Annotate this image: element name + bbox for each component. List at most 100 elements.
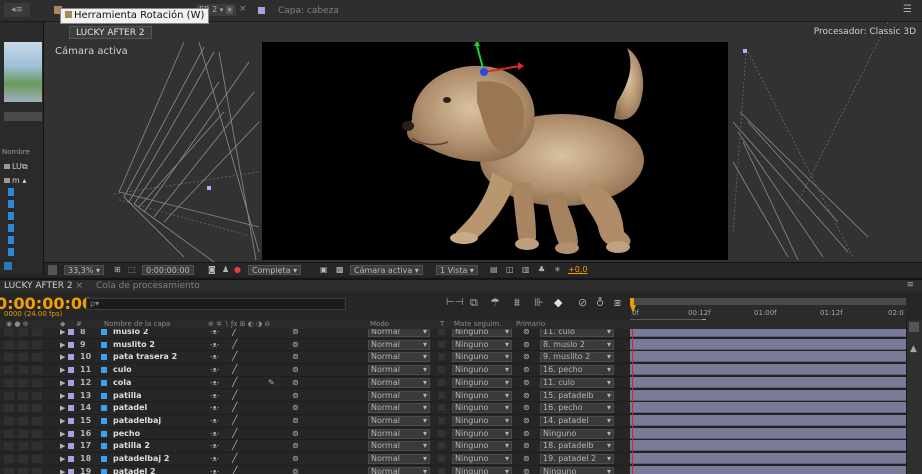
project-name-header[interactable]: Nombre <box>2 148 30 156</box>
track-matte-dropdown[interactable]: Ninguno ▾ <box>452 352 512 363</box>
layer-name[interactable]: pata trasera 2 <box>113 351 177 363</box>
layer-row[interactable]: ▶ 12 cola -ᴥ- ╱ ✎ ⊚ Normal ▾ Ninguno ▾ ⊚ 11. culo ▾ <box>0 377 630 390</box>
fast-previews-icon[interactable]: ◫ <box>506 265 514 275</box>
grid-icon[interactable]: ⊞ <box>114 265 121 275</box>
panel-menu-icon[interactable]: ◂≡ <box>4 3 30 17</box>
preserve-transparency-box[interactable] <box>438 340 445 348</box>
solo-switch[interactable] <box>32 455 42 463</box>
snapshot-camera-icon[interactable]: ◙ <box>208 265 216 275</box>
shy-switch-icon[interactable]: -ᴥ- <box>210 351 219 363</box>
3d-layer-switch-icon[interactable]: ⊚ <box>292 351 299 363</box>
layer-row[interactable]: ▶ 17 patilla 2 -ᴥ- ╱ ⊚ Normal ▾ Ninguno ▾ ⊚ 18. pat… <box>0 440 630 453</box>
shy-switch-icon[interactable]: -ᴥ- <box>210 453 219 465</box>
panel-options-icon[interactable]: ≡ <box>906 280 914 290</box>
track-matte-dropdown[interactable]: Ninguno ▾ <box>452 428 512 439</box>
layer-duration-bar[interactable] <box>630 376 906 388</box>
transparency-grid-icon[interactable]: ▩ <box>336 265 344 275</box>
close-icon[interactable]: × <box>75 281 83 291</box>
parent-dropdown[interactable]: Ninguno ▾ <box>540 428 614 439</box>
layer-name[interactable]: cola <box>113 377 131 389</box>
layer-search-input[interactable]: ρ▾ <box>86 298 346 310</box>
composition-mini-flowchart-icon[interactable]: ⊢⊣ <box>446 297 463 308</box>
preview-toggle-icon[interactable] <box>48 265 57 275</box>
layer-row[interactable]: ▶ 15 patadelbaj -ᴥ- ╱ ⊚ Normal ▾ Ninguno ▾ ⊚ 14. pa… <box>0 415 630 428</box>
track-matte-header[interactable]: Mate seguim. <box>454 320 501 328</box>
preserve-transparency-box[interactable] <box>438 442 445 450</box>
expand-triangle-icon[interactable]: ▶ <box>60 428 65 440</box>
track-matte-dropdown[interactable]: Ninguno ▾ <box>452 329 512 337</box>
exposure-icon[interactable]: ✳ <box>554 265 561 275</box>
shy-switch-icon[interactable]: -ᴥ- <box>210 377 219 389</box>
shy-switch-icon[interactable]: -ᴥ- <box>210 402 219 414</box>
3d-layer-switch-icon[interactable]: ⊚ <box>292 339 299 351</box>
preserve-transparency-box[interactable] <box>438 329 445 335</box>
project-file-icon[interactable] <box>8 200 14 208</box>
auto-keyframe-icon[interactable]: ⊘ <box>578 296 587 309</box>
audio-switch[interactable] <box>18 391 28 400</box>
toggle-pixel-aspect-icon[interactable]: ▤ <box>490 265 498 275</box>
camera-view-dropdown[interactable]: Cámara activa ▾ <box>350 265 423 275</box>
visibility-switch[interactable] <box>4 467 14 474</box>
3d-layer-switch-icon[interactable]: ⊚ <box>292 390 299 402</box>
visibility-switch[interactable] <box>4 442 14 451</box>
blend-mode-dropdown[interactable]: Normal ▾ <box>368 390 430 401</box>
preserve-transparency-box[interactable] <box>438 429 445 437</box>
layer-duration-bar[interactable] <box>630 427 906 439</box>
label-color-swatch[interactable] <box>68 430 74 437</box>
audio-switch[interactable] <box>18 378 28 387</box>
layer-name-header[interactable]: Nombre de la capa <box>104 320 170 328</box>
show-snapshot-icon[interactable]: ♟ <box>222 265 229 275</box>
project-file-icon[interactable] <box>8 224 14 232</box>
shy-switch-icon[interactable]: -ᴥ- <box>210 466 219 474</box>
layer-row[interactable]: ▶ 13 patilla -ᴥ- ╱ ⊚ Normal ▾ Ninguno ▾ ⊚ 15. patad… <box>0 390 630 403</box>
blend-mode-dropdown[interactable]: Normal ▾ <box>368 454 430 464</box>
solo-switch[interactable] <box>32 329 42 336</box>
solo-switch[interactable] <box>32 378 42 387</box>
track-matte-dropdown[interactable]: Ninguno ▾ <box>452 339 512 350</box>
effects-pen-icon[interactable]: ✎ <box>268 377 275 389</box>
expand-triangle-icon[interactable]: ▶ <box>60 364 65 376</box>
expand-triangle-icon[interactable]: ▶ <box>60 466 65 474</box>
visibility-switch[interactable] <box>4 404 14 413</box>
label-color-swatch[interactable] <box>68 379 74 386</box>
3d-layer-switch-icon[interactable]: ⊚ <box>292 402 299 414</box>
pick-whip-icon[interactable]: ⊚ <box>523 415 530 427</box>
quality-switch-icon[interactable]: ╱ <box>232 453 237 465</box>
solo-switch[interactable] <box>32 366 42 375</box>
label-color-swatch[interactable] <box>68 329 74 335</box>
visibility-switch[interactable] <box>4 416 14 425</box>
visibility-switch[interactable] <box>4 455 14 463</box>
solo-switch[interactable] <box>32 404 42 413</box>
layer-duration-bar[interactable] <box>630 465 906 474</box>
expand-triangle-icon[interactable]: ▶ <box>60 329 65 338</box>
parent-dropdown[interactable]: 9. muslito 2 ▾ <box>540 352 614 363</box>
layer-name[interactable]: patadelbaj <box>113 415 161 427</box>
3d-layer-switch-icon[interactable]: ⊚ <box>292 428 299 440</box>
visibility-switch[interactable] <box>4 366 14 375</box>
expand-triangle-icon[interactable]: ▶ <box>60 390 65 402</box>
blend-mode-dropdown[interactable]: Normal ▾ <box>368 441 430 452</box>
layer-name[interactable]: patadel 2 <box>113 466 156 474</box>
pick-whip-icon[interactable]: ⊚ <box>523 377 530 389</box>
blend-mode-dropdown[interactable]: Normal ▾ <box>368 365 430 376</box>
graph-editor-icon[interactable]: ⧆ <box>614 296 621 310</box>
work-area-start-handle[interactable] <box>630 298 634 306</box>
tab-render-queue[interactable]: Cola de procesamiento <box>96 281 200 291</box>
parent-dropdown[interactable]: 16. pecho ▾ <box>540 365 614 376</box>
label-color-swatch[interactable] <box>68 354 74 361</box>
preserve-transparency-box[interactable] <box>438 416 445 424</box>
3d-layer-switch-icon[interactable]: ⊚ <box>292 440 299 452</box>
visibility-switch[interactable] <box>4 391 14 400</box>
region-of-interest-icon[interactable]: ▣ <box>320 265 328 275</box>
blend-mode-dropdown[interactable]: Normal ▾ <box>368 339 430 350</box>
stopwatch-icon[interactable]: ♁ <box>596 296 604 309</box>
audio-switch[interactable] <box>18 329 28 336</box>
quality-switch-icon[interactable]: ╱ <box>232 377 237 389</box>
flowchart-icon[interactable]: ♣ <box>538 265 545 275</box>
blend-mode-dropdown[interactable]: Normal ▾ <box>368 415 430 426</box>
work-area-bar[interactable] <box>634 298 906 305</box>
current-time-field[interactable]: 0:00:00:00 <box>142 265 194 275</box>
solo-switch[interactable] <box>32 391 42 400</box>
3d-layer-switch-icon[interactable]: ⊚ <box>292 364 299 376</box>
track-matte-dropdown[interactable]: Ninguno ▾ <box>452 454 512 464</box>
